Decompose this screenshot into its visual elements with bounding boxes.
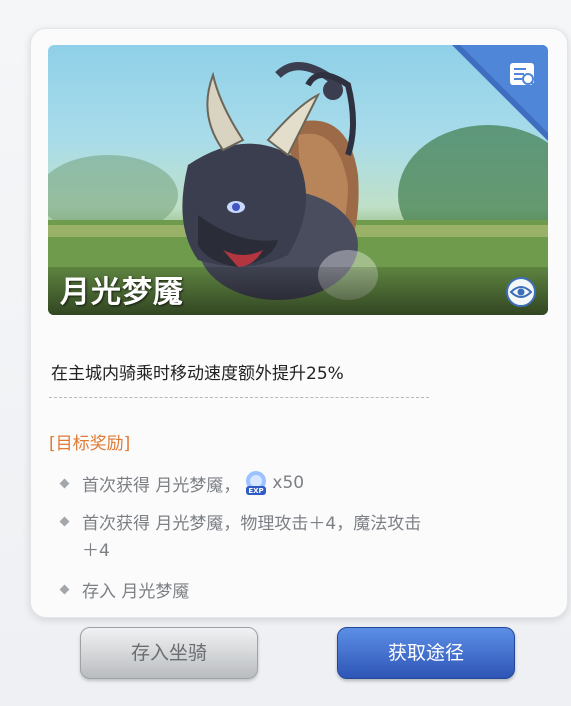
obtain-source-button[interactable]: 获取途径	[337, 627, 515, 679]
detail-corner-button[interactable]	[452, 45, 548, 141]
mount-detail-window: 月光梦魇 在主城内骑乘时移动速度额外提升25% [目标奖励] 首次获得 月光梦魇…	[0, 0, 571, 706]
reward-item: 首次获得 月光梦魇，物理攻击＋4，魔法攻击 ＋4	[59, 511, 531, 565]
mount-preview[interactable]: 月光梦魇	[48, 45, 548, 315]
search-list-icon	[510, 63, 536, 87]
divider	[49, 397, 429, 398]
reward-section-title: [目标奖励]	[49, 434, 131, 454]
reward-text: 存入 月光梦魇	[82, 582, 190, 602]
view-model-button[interactable]	[506, 277, 536, 307]
bullet-icon	[59, 516, 70, 527]
reward-text: 首次获得 月光梦魇，	[82, 475, 241, 496]
mount-name: 月光梦魇	[60, 275, 184, 310]
mount-card: 月光梦魇 在主城内骑乘时移动速度额外提升25% [目标奖励] 首次获得 月光梦魇…	[30, 28, 568, 618]
reward-text: 首次获得 月光梦魇，物理攻击＋4，魔法攻击 ＋4	[82, 514, 422, 561]
bullet-icon	[59, 584, 70, 595]
reward-item: 首次获得 月光梦魇， EXP x50	[59, 469, 305, 497]
mount-description: 在主城内骑乘时移动速度额外提升25%	[51, 364, 344, 384]
reward-amount: x50	[272, 473, 305, 493]
bullet-icon	[59, 478, 70, 488]
store-mount-button[interactable]: 存入坐骑	[80, 627, 258, 679]
exp-badge-label: EXP	[249, 487, 264, 495]
eye-icon	[509, 286, 533, 298]
reward-item: 存入 月光梦魇	[59, 577, 190, 602]
exp-icon: EXP	[246, 471, 267, 495]
